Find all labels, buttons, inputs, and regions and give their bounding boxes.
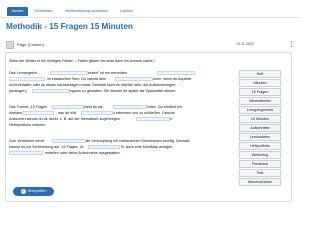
page-meta: Page (Column) 13.11.2020 ⋮: [6, 41, 296, 51]
p3-seg-3: kannst du zur Vorbereitung auf „15 Frage…: [9, 145, 84, 149]
drop-zone[interactable]: [52, 138, 86, 144]
p1-seg-1: Das Lernangebot „: [9, 71, 40, 75]
p3-seg-5: erstellen oder deine Aufschriebe ausgest…: [45, 151, 121, 155]
p1-seg-8: sorgsam zu gestalten. Sie können dir spä…: [66, 89, 177, 93]
p3-seg-1: Zum Verankern neuer: [9, 139, 45, 143]
drop-zone[interactable]: [22, 110, 54, 116]
drop-zone[interactable]: [88, 144, 120, 150]
tab-ansicht[interactable]: Ansicht: [7, 7, 28, 16]
drop-zone[interactable]: [113, 104, 147, 110]
p2-seg-1: Das Format „15 Fragen: [9, 105, 48, 109]
p2-seg-5: , das dir hilft,: [55, 111, 77, 115]
drop-zone[interactable]: [50, 70, 88, 76]
draggable-word[interactable]: Wissenslücken: [239, 178, 281, 186]
p2-seg-7: Antworten kannst du dir direkt, z. B. au…: [9, 117, 120, 121]
drop-zone[interactable]: [157, 70, 195, 76]
draggable-word[interactable]: Werkzeug: [239, 151, 281, 159]
instruction-text: Ziehe die Wörter in die richtigen Felder…: [9, 59, 155, 63]
tab-bearbeiten[interactable]: Bearbeiten: [31, 7, 57, 16]
publish-date: 13.11.2020: [236, 42, 254, 46]
draggable-word[interactable]: Heftportfolio: [239, 142, 281, 150]
drop-zone[interactable]: [9, 150, 43, 156]
draggable-word[interactable]: Feedback: [239, 160, 281, 168]
drop-zone[interactable]: [136, 116, 170, 122]
p3-seg-4: z. B. auch eine MindMap anlegen,: [117, 145, 174, 149]
drag-text-exercise: Ziehe die Wörter in die richtigen Felder…: [5, 52, 292, 202]
draggable-word[interactable]: Lernkarteien: [239, 133, 281, 141]
ellipsis-vertical-icon[interactable]: ⋮: [288, 41, 295, 49]
p1-seg-6: nicht einfallen oder du etwas nachschlag…: [9, 83, 176, 87]
drop-zone[interactable]: [32, 88, 70, 94]
draggable-word[interactable]: Minuten: [239, 79, 281, 87]
check-button[interactable]: ✓ Überprüfen: [13, 187, 54, 196]
p2-seg-6: zu erkennen und zu schließen. Falsche: [110, 111, 175, 115]
check-button-label: Überprüfen: [27, 189, 47, 193]
page-title: Methodik - 15 Fragen 15 Minuten: [6, 22, 133, 31]
draggable-word[interactable]: 15 Minuten: [239, 115, 281, 123]
p1-seg-4: im klassischen Sinn. Du kannst dein: [47, 77, 107, 81]
p2-seg-9: Hefteportfolio notieren.: [9, 123, 47, 127]
draggable-word[interactable]: Aufschriebe: [239, 124, 281, 132]
draggable-word[interactable]: Informationen: [239, 97, 281, 105]
check-icon: ✓: [20, 189, 26, 194]
tab-bar: Ansicht Bearbeiten Veröffentlichung ausw…: [0, 4, 300, 18]
paragraph-2-line-4: Hefteportfolio notieren.: [9, 122, 46, 128]
p1-seg-7: (analogen): [9, 89, 27, 93]
p2-seg-2: sollest du als: [81, 105, 103, 109]
drop-zone[interactable]: [52, 104, 84, 110]
draggable-word[interactable]: Test: [239, 169, 281, 177]
author-name: Page (Column): [17, 42, 44, 47]
avatar: [6, 41, 14, 49]
p2-seg-4: direktes: [9, 111, 22, 115]
drop-zone[interactable]: [9, 76, 45, 82]
drop-zone[interactable]: [115, 76, 153, 82]
draggable-word[interactable]: 15 Fragen: [239, 88, 281, 96]
tab-veroeffentlichung-auswerten[interactable]: Veröffentlichung auswerten: [59, 7, 114, 16]
draggable-word[interactable]: Heft: [239, 70, 281, 78]
draggable-word[interactable]: Lerngelegenheit: [239, 106, 281, 114]
tab-loeschen[interactable]: Löschen: [117, 7, 136, 16]
drop-zone[interactable]: [81, 110, 113, 116]
p3-seg-2: ist die Verknüpfung mit vorhandenen Kenn…: [80, 139, 190, 143]
